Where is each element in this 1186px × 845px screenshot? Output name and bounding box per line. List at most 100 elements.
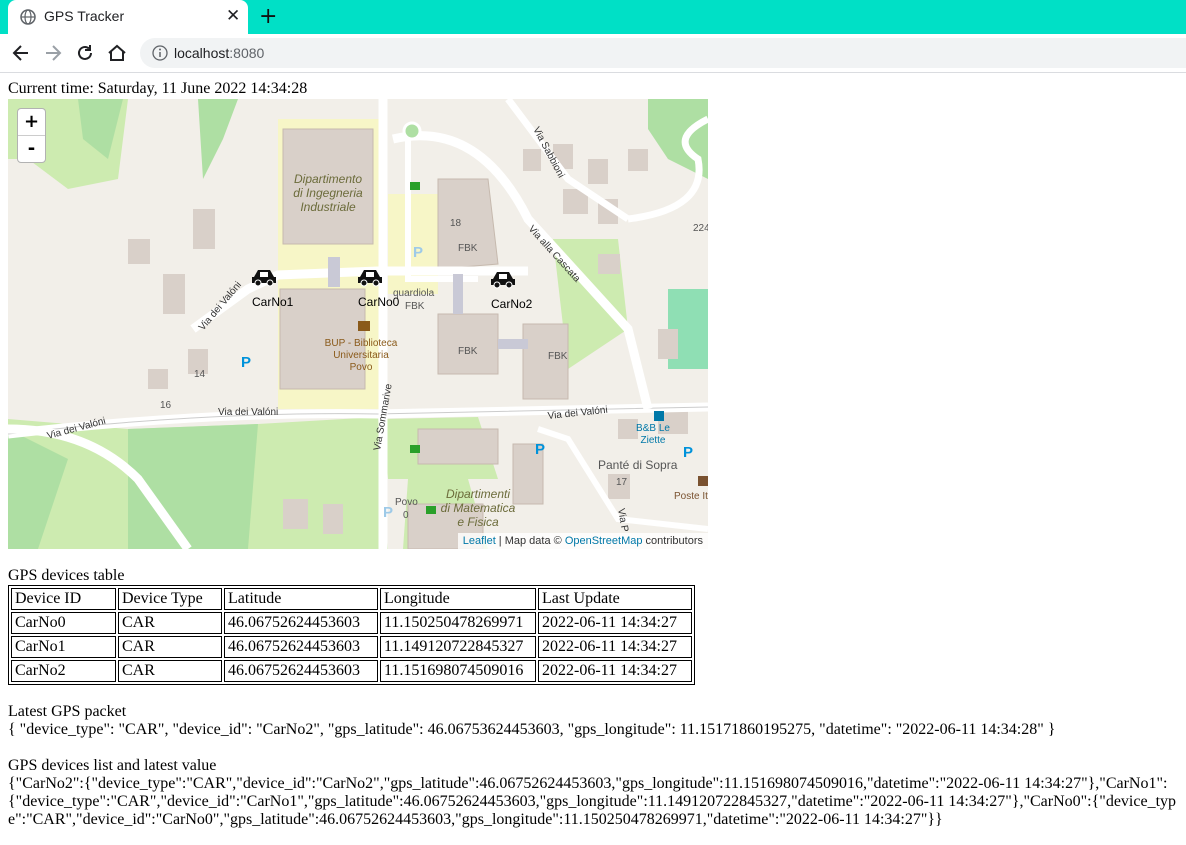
map-label-house-number: 224	[693, 223, 708, 234]
header-last-update: Last Update	[538, 588, 692, 610]
cell-device-id: CarNo1	[11, 636, 116, 658]
building	[523, 149, 541, 171]
cell-last-update: 2022-06-11 14:34:27	[538, 636, 692, 658]
current-time: Current time: Saturday, 11 June 2022 14:…	[8, 80, 308, 97]
zoom-control: + -	[17, 108, 46, 163]
building	[618, 419, 638, 439]
zoom-out-button[interactable]: -	[18, 136, 45, 162]
building	[658, 329, 678, 359]
map-label-pante-di-sopra: Panté di Sopra	[598, 458, 678, 472]
url-text: localhost:8080	[174, 45, 265, 61]
map-label-via-p: Via P	[615, 508, 630, 534]
map-label-house-number: 14	[194, 369, 206, 380]
roundabout	[402, 121, 422, 141]
cell-device-type: CAR	[118, 612, 222, 634]
openstreetmap-link[interactable]: OpenStreetMap	[565, 535, 643, 547]
map-label-bup-1: BUP - Biblioteca	[325, 338, 398, 349]
hotel-icon	[654, 411, 664, 421]
parking-icon: P	[241, 354, 251, 371]
map-label-dii-1: Dipartimento	[294, 172, 362, 186]
building	[588, 159, 608, 184]
cell-latitude: 46.06752624453603	[224, 660, 378, 682]
parking-icon: P	[383, 504, 393, 521]
site-info-icon[interactable]	[152, 45, 168, 61]
map-label-fbk: FBK	[458, 243, 478, 254]
picnic-icon	[410, 445, 420, 453]
map-label-fbk: FBK	[548, 351, 568, 362]
attribution-separator: | Map data ©	[495, 535, 565, 547]
table-title: GPS devices table	[8, 567, 125, 584]
building	[163, 274, 185, 314]
parking-lot	[453, 274, 463, 314]
attribution-tail: contributors	[642, 535, 703, 547]
map-label-dmf-1: Dipartimenti	[446, 487, 510, 501]
map-label-bup-2: Universitaria	[333, 350, 389, 361]
new-tab-icon[interactable]: +	[259, 4, 277, 29]
map-label-house-number: 16	[160, 400, 172, 411]
reload-icon[interactable]	[74, 42, 96, 64]
close-tab-icon[interactable]: ✕	[226, 6, 240, 26]
marker-label: CarNo2	[491, 297, 533, 311]
parking-icon: P	[413, 244, 423, 261]
library-icon	[358, 321, 370, 331]
browser-tab[interactable]: GPS Tracker ✕	[8, 0, 248, 34]
devices-table: Device ID Device Type Latitude Longitude…	[8, 585, 695, 685]
cell-latitude: 46.06752624453603	[224, 612, 378, 634]
map-label-dii-3: Industriale	[300, 200, 356, 214]
map-label-bup-3: Povo	[350, 362, 373, 373]
cell-longitude: 11.151698074509016	[380, 660, 536, 682]
building	[628, 149, 648, 171]
building	[148, 369, 168, 389]
map[interactable]: P P P P P Dipartimento di Ingegneria Ind…	[8, 99, 708, 549]
cell-device-type: CAR	[118, 636, 222, 658]
header-device-id: Device ID	[11, 588, 116, 610]
map-label-house-number: 18	[450, 218, 462, 229]
marker-carno2[interactable]: CarNo2	[491, 272, 533, 311]
building	[323, 504, 343, 534]
map-label-povo-1: Povo	[395, 497, 418, 508]
table-header-row: Device ID Device Type Latitude Longitude…	[11, 588, 692, 610]
map-label-house-number: 17	[616, 477, 628, 488]
table-row: CarNo1 CAR 46.06752624453603 11.14912072…	[11, 636, 692, 658]
building	[193, 209, 215, 249]
parking-lot	[498, 339, 528, 349]
latest-packet-title: Latest GPS packet	[8, 703, 127, 720]
header-device-type: Device Type	[118, 588, 222, 610]
parking-icon: P	[535, 441, 545, 458]
table-row: CarNo0 CAR 46.06752624453603 11.15025047…	[11, 612, 692, 634]
map-label-poste: Poste It	[674, 491, 708, 502]
post-office-icon	[698, 476, 708, 486]
header-latitude: Latitude	[224, 588, 378, 610]
header-longitude: Longitude	[380, 588, 536, 610]
picnic-icon	[426, 506, 436, 514]
map-label-via-dei-valoni: Via dei Valóni	[218, 407, 278, 418]
cell-last-update: 2022-06-11 14:34:27	[538, 660, 692, 682]
cell-device-type: CAR	[118, 660, 222, 682]
marker-label: CarNo1	[252, 295, 294, 309]
map-tiles[interactable]: P P P P P Dipartimento di Ingegneria Ind…	[8, 99, 708, 549]
cell-longitude: 11.149120722845327	[380, 636, 536, 658]
forward-icon[interactable]	[42, 42, 64, 64]
building	[128, 239, 150, 264]
latest-packet-value: { "device_type": "CAR", "device_id": "Ca…	[8, 721, 1056, 738]
parking-lot	[328, 257, 340, 287]
back-icon[interactable]	[10, 42, 32, 64]
building	[437, 178, 499, 270]
devices-list-title: GPS devices list and latest value	[8, 757, 217, 774]
map-label-fbk: FBK	[458, 346, 478, 357]
leaflet-link[interactable]: Leaflet	[463, 535, 496, 547]
zoom-in-button[interactable]: +	[18, 109, 45, 136]
address-bar[interactable]: localhost:8080	[140, 38, 1186, 68]
map-label-dii-2: di Ingegneria	[293, 186, 363, 200]
map-attribution: Leaflet | Map data © OpenStreetMap contr…	[457, 533, 708, 549]
map-label-dmf-3: e Fisica	[457, 515, 499, 529]
cell-last-update: 2022-06-11 14:34:27	[538, 612, 692, 634]
browser-tab-bar: GPS Tracker ✕ +	[0, 0, 1186, 34]
home-icon[interactable]	[106, 42, 128, 64]
browser-toolbar: localhost:8080	[0, 34, 1186, 73]
tab-title: GPS Tracker	[44, 8, 125, 24]
map-label-bb-1: B&B Le	[636, 423, 670, 434]
cell-latitude: 46.06752624453603	[224, 636, 378, 658]
wood-area	[198, 99, 238, 179]
building	[283, 499, 308, 529]
